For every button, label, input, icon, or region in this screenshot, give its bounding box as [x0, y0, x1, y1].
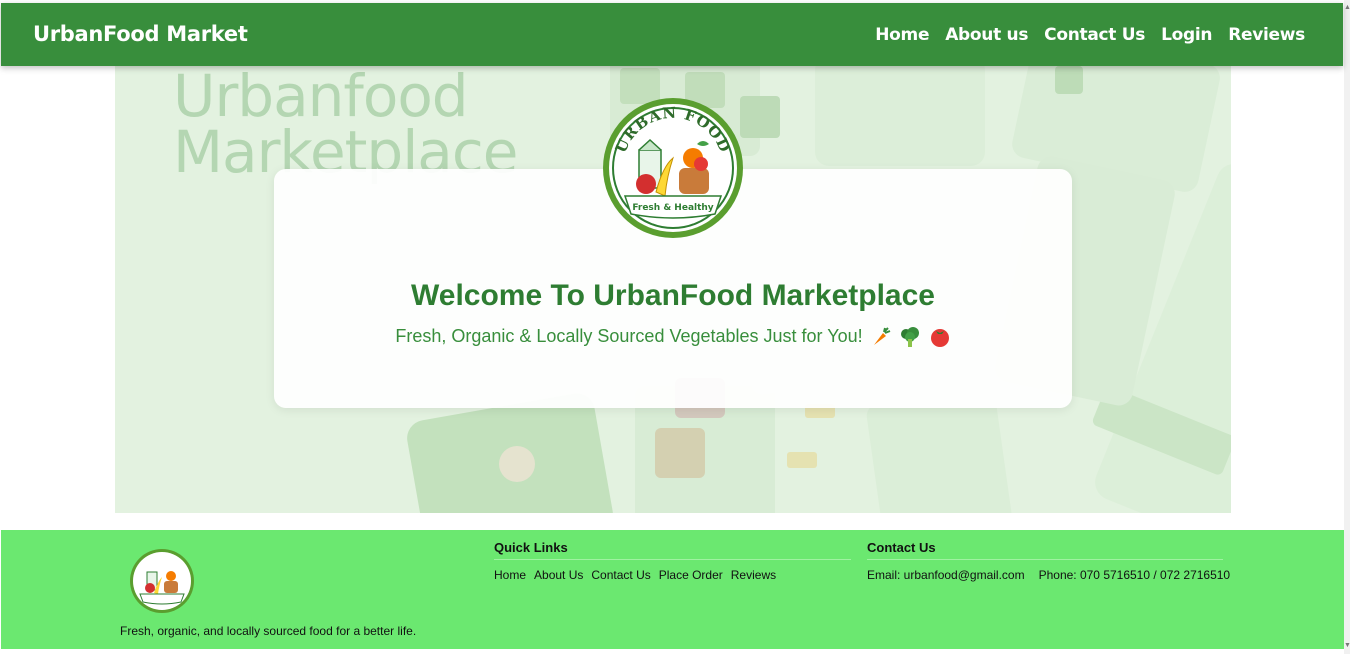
footer-tagline: Fresh, organic, and locally sourced food…	[120, 624, 417, 638]
hero-banner: Urbanfood Marketplace Welcome To UrbanFo…	[115, 66, 1231, 513]
footer-quick-links: Quick Links Home About Us Contact Us Pla…	[494, 540, 851, 582]
quick-links-list: Home About Us Contact Us Place Order Rev…	[494, 568, 851, 582]
footer-link-place-order[interactable]: Place Order	[659, 568, 723, 582]
svg-text:Fresh & Healthy: Fresh & Healthy	[632, 203, 713, 213]
nav-reviews[interactable]: Reviews	[1228, 25, 1305, 45]
contact-heading: Contact Us	[867, 540, 1223, 560]
brand-logo-text[interactable]: UrbanFood Market	[33, 3, 248, 66]
nav-about-us[interactable]: About us	[945, 25, 1028, 45]
footer-link-reviews[interactable]: Reviews	[731, 568, 776, 582]
footer-link-home[interactable]: Home	[494, 568, 526, 582]
welcome-subtitle: Fresh, Organic & Locally Sourced Vegetab…	[274, 326, 1072, 348]
tomato-icon	[930, 329, 949, 348]
contact-details: Email: urbanfood@gmail.com Phone: 070 57…	[867, 568, 1230, 582]
site-footer: Fresh, organic, and locally sourced food…	[1, 530, 1344, 649]
contact-phone: Phone: 070 5716510 / 072 2716510	[1038, 568, 1231, 582]
scroll-up-arrow-icon[interactable]: ▲	[1344, 2, 1350, 14]
nav-contact-us[interactable]: Contact Us	[1044, 25, 1145, 45]
broccoli-icon	[900, 327, 919, 348]
footer-link-contact-us[interactable]: Contact Us	[591, 568, 650, 582]
welcome-title: Welcome To UrbanFood Marketplace	[411, 279, 935, 312]
page: UrbanFood Market Home About us Contact U…	[0, 0, 1344, 654]
footer-logo	[130, 549, 194, 613]
nav-login[interactable]: Login	[1161, 25, 1212, 45]
page-scrollbar[interactable]: ▲ ▼	[1344, 0, 1350, 654]
top-navbar: UrbanFood Market Home About us Contact U…	[1, 3, 1343, 66]
quick-links-heading: Quick Links	[494, 540, 851, 560]
urban-food-logo: URBAN FOOD Fresh & Healthy	[603, 98, 743, 238]
hero-background-wordmark: Urbanfood Marketplace	[173, 66, 518, 186]
footer-contact: Contact Us Email: urbanfood@gmail.com Ph…	[867, 540, 1230, 582]
contact-email: Email: urbanfood@gmail.com	[867, 568, 1025, 582]
nav-links: Home About us Contact Us Login Reviews	[875, 3, 1305, 66]
scroll-down-arrow-icon[interactable]: ▼	[1344, 640, 1350, 652]
nav-home[interactable]: Home	[875, 25, 929, 45]
footer-link-about-us[interactable]: About Us	[534, 568, 583, 582]
carrot-icon	[873, 327, 890, 346]
